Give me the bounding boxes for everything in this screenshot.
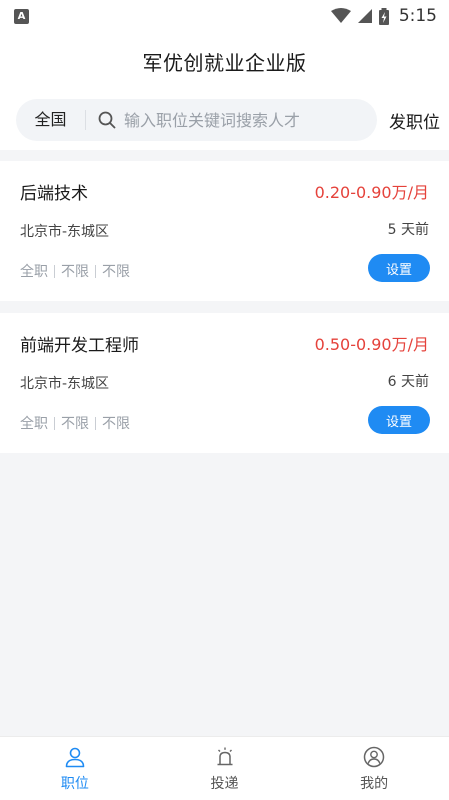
- search-box: 全国: [16, 99, 377, 141]
- tab-label: 投递: [210, 775, 239, 792]
- tag-divider: [95, 416, 96, 430]
- tag-divider: [54, 264, 55, 278]
- job-tag: 不限: [61, 416, 89, 432]
- alarm-light-icon: [214, 745, 236, 769]
- job-location: 北京市-东城区: [20, 376, 110, 392]
- cellular-signal-icon: [357, 9, 372, 23]
- settings-button[interactable]: 设置: [368, 406, 430, 434]
- profile-circle-icon: [363, 745, 385, 769]
- job-title: 前端开发工程师: [20, 336, 139, 356]
- region-selector[interactable]: 全国: [16, 110, 86, 130]
- status-bar: A 5:15: [0, 0, 449, 32]
- bottom-tab-bar: 职位 投递 我的: [0, 736, 449, 800]
- job-title: 后端技术: [20, 184, 88, 204]
- wifi-icon: [330, 8, 351, 23]
- search-input[interactable]: [124, 110, 354, 130]
- job-salary: 0.50-0.90万/月: [314, 335, 429, 354]
- tag-divider: [95, 264, 96, 278]
- status-left: A: [14, 8, 29, 24]
- tab-positions[interactable]: 职位: [0, 737, 150, 800]
- person-icon: [64, 745, 86, 769]
- tab-label: 我的: [360, 775, 389, 792]
- battery-charging-icon: [378, 7, 389, 25]
- job-tag: 全职: [20, 264, 48, 280]
- search-icon: [98, 111, 116, 129]
- job-list: 后端技术 0.20-0.90万/月 北京市-东城区 5 天前 全职 不限 不限 …: [0, 161, 449, 465]
- post-job-button[interactable]: 发职位: [389, 108, 440, 133]
- job-tags: 全职 不限 不限: [20, 413, 130, 433]
- job-tag: 不限: [102, 264, 130, 280]
- settings-button[interactable]: 设置: [368, 254, 430, 282]
- job-posted-time: 5 天前: [387, 222, 429, 238]
- app-notification-icon: A: [14, 8, 29, 24]
- job-tag: 不限: [61, 264, 89, 280]
- tab-deliveries[interactable]: 投递: [150, 737, 300, 800]
- job-tag: 全职: [20, 416, 48, 432]
- job-card[interactable]: 前端开发工程师 0.50-0.90万/月 北京市-东城区 6 天前 全职 不限 …: [0, 313, 449, 453]
- job-salary: 0.20-0.90万/月: [314, 183, 429, 202]
- job-tags: 全职 不限 不限: [20, 261, 130, 281]
- tab-label: 职位: [60, 775, 89, 792]
- status-right: 5:15: [330, 6, 437, 26]
- job-card[interactable]: 后端技术 0.20-0.90万/月 北京市-东城区 5 天前 全职 不限 不限 …: [0, 161, 449, 301]
- page-title: 军优创就业企业版: [142, 50, 307, 75]
- clock: 5:15: [398, 6, 437, 26]
- tab-mine[interactable]: 我的: [299, 737, 449, 800]
- job-tag: 不限: [102, 416, 130, 432]
- job-location: 北京市-东城区: [20, 224, 110, 240]
- app-header: 军优创就业企业版: [0, 32, 449, 90]
- search-row: 全国 发职位: [0, 90, 449, 150]
- job-posted-time: 6 天前: [387, 374, 429, 390]
- tag-divider: [54, 416, 55, 430]
